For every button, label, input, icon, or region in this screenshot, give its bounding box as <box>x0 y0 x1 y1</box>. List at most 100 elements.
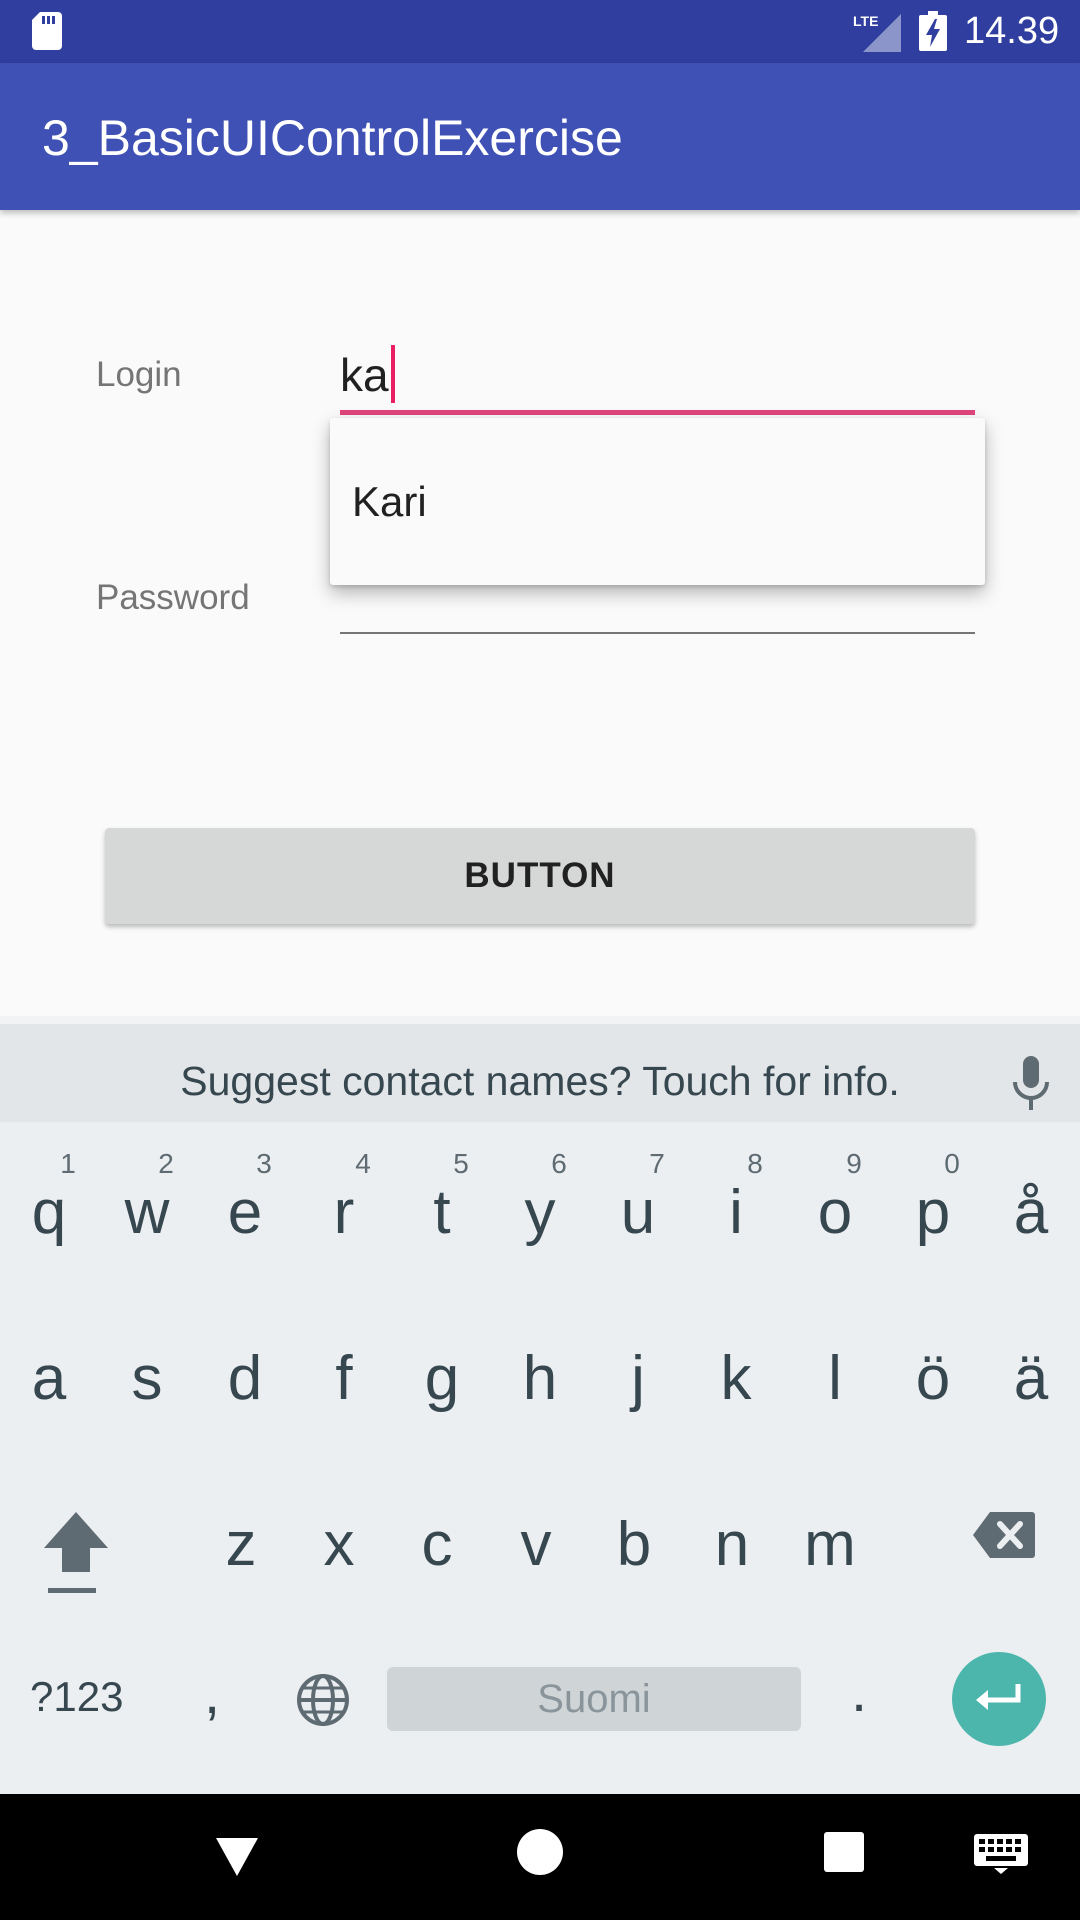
period-key[interactable]: . <box>851 1658 867 1725</box>
key-hint: 6 <box>551 1148 567 1179</box>
keyboard-switch-icon[interactable] <box>974 1834 1028 1874</box>
key-j[interactable]: j <box>589 1286 687 1436</box>
key-label: z <box>225 1510 257 1579</box>
svg-text:LTE: LTE <box>853 13 878 29</box>
key-label: y <box>524 1178 556 1247</box>
key-i[interactable]: i8 <box>687 1120 785 1270</box>
login-input-text: ka <box>340 345 395 403</box>
key-n[interactable]: n <box>683 1452 781 1602</box>
backspace-icon[interactable] <box>972 1510 1036 1560</box>
key-r[interactable]: r4 <box>295 1120 393 1270</box>
key-label: q <box>31 1178 67 1247</box>
key-label: o <box>817 1178 853 1247</box>
password-underline <box>340 632 975 634</box>
key-d[interactable]: d <box>196 1286 294 1436</box>
microphone-icon[interactable] <box>1010 1056 1052 1112</box>
back-icon[interactable] <box>212 1832 262 1882</box>
key-label: k <box>720 1344 752 1413</box>
key-label: å <box>1013 1178 1049 1247</box>
key-hint: 7 <box>649 1148 665 1179</box>
space-key[interactable]: Suomi <box>387 1667 801 1731</box>
key-label: b <box>616 1510 652 1579</box>
app-bar: 3_BasicUIControlExercise <box>0 63 1080 210</box>
comma-key[interactable]: , <box>204 1660 220 1727</box>
key-v[interactable]: v <box>487 1452 585 1602</box>
key-w[interactable]: w2 <box>98 1120 196 1270</box>
key-t[interactable]: t5 <box>393 1120 491 1270</box>
enter-icon <box>976 1684 1021 1710</box>
keyboard-suggestion-strip[interactable]: Suggest contact names? Touch for info. <box>0 1016 1080 1122</box>
key-a[interactable]: a <box>0 1286 98 1436</box>
key-c[interactable]: c <box>388 1452 486 1602</box>
key-å[interactable]: å <box>982 1120 1080 1270</box>
key-l[interactable]: l <box>786 1286 884 1436</box>
key-label: l <box>828 1344 842 1413</box>
text-cursor <box>390 345 395 403</box>
key-label: g <box>424 1344 460 1413</box>
password-label: Password <box>96 578 250 617</box>
key-hint: 9 <box>846 1148 862 1179</box>
key-g[interactable]: g <box>393 1286 491 1436</box>
autocomplete-item[interactable]: Kari <box>352 478 427 526</box>
key-x[interactable]: x <box>290 1452 388 1602</box>
key-k[interactable]: k <box>687 1286 785 1436</box>
key-label: i <box>729 1178 743 1247</box>
key-label: d <box>227 1344 263 1413</box>
recents-icon[interactable] <box>824 1832 864 1872</box>
login-underline <box>340 410 975 415</box>
login-label: Login <box>96 355 182 394</box>
globe-icon[interactable] <box>295 1672 351 1728</box>
key-label: p <box>915 1178 951 1247</box>
shift-icon[interactable] <box>42 1508 110 1588</box>
key-label: u <box>620 1178 656 1247</box>
key-label: h <box>522 1344 558 1413</box>
key-ä[interactable]: ä <box>982 1286 1080 1436</box>
enter-key[interactable] <box>952 1652 1046 1746</box>
key-p[interactable]: p0 <box>884 1120 982 1270</box>
key-hint: 1 <box>60 1148 76 1179</box>
key-hint: 0 <box>944 1148 960 1179</box>
key-label: x <box>323 1510 355 1579</box>
main-button[interactable]: BUTTON <box>105 828 975 924</box>
key-hint: 3 <box>256 1148 272 1179</box>
symbols-key[interactable]: ?123 <box>30 1673 123 1721</box>
key-b[interactable]: b <box>585 1452 683 1602</box>
sd-card-icon <box>32 12 62 50</box>
key-label: e <box>227 1178 263 1247</box>
key-label: ä <box>1013 1344 1049 1413</box>
autocomplete-dropdown: Kari <box>330 418 985 585</box>
key-label: a <box>31 1344 67 1413</box>
key-s[interactable]: s <box>98 1286 196 1436</box>
key-hint: 5 <box>453 1148 469 1179</box>
key-e[interactable]: e3 <box>196 1120 294 1270</box>
key-hint: 8 <box>747 1148 763 1179</box>
key-label: t <box>433 1178 451 1247</box>
status-time: 14.39 <box>964 10 1060 52</box>
app-title: 3_BasicUIControlExercise <box>42 110 623 166</box>
home-icon[interactable] <box>517 1829 563 1875</box>
key-label: w <box>124 1178 170 1247</box>
navigation-bar <box>0 1794 1080 1920</box>
key-label: f <box>335 1344 353 1413</box>
key-q[interactable]: q1 <box>0 1120 98 1270</box>
status-bar: LTE 14.39 <box>0 0 1080 63</box>
key-m[interactable]: m <box>781 1452 879 1602</box>
key-f[interactable]: f <box>295 1286 393 1436</box>
key-label: m <box>804 1510 856 1579</box>
battery-charging-icon <box>919 11 947 51</box>
key-label: r <box>333 1178 355 1247</box>
key-o[interactable]: o9 <box>786 1120 884 1270</box>
suggestion-strip-text: Suggest contact names? Touch for info. <box>180 1058 900 1104</box>
key-u[interactable]: u7 <box>589 1120 687 1270</box>
key-label: v <box>520 1510 552 1579</box>
login-input[interactable]: ka <box>340 335 975 415</box>
lte-signal-icon: LTE <box>853 13 901 52</box>
key-h[interactable]: h <box>491 1286 589 1436</box>
key-z[interactable]: z <box>192 1452 290 1602</box>
key-y[interactable]: y6 <box>491 1120 589 1270</box>
key-label: ö <box>915 1344 951 1413</box>
key-hint: 2 <box>158 1148 174 1179</box>
key-hint: 4 <box>355 1148 371 1179</box>
key-ö[interactable]: ö <box>884 1286 982 1436</box>
key-label: j <box>631 1344 645 1413</box>
